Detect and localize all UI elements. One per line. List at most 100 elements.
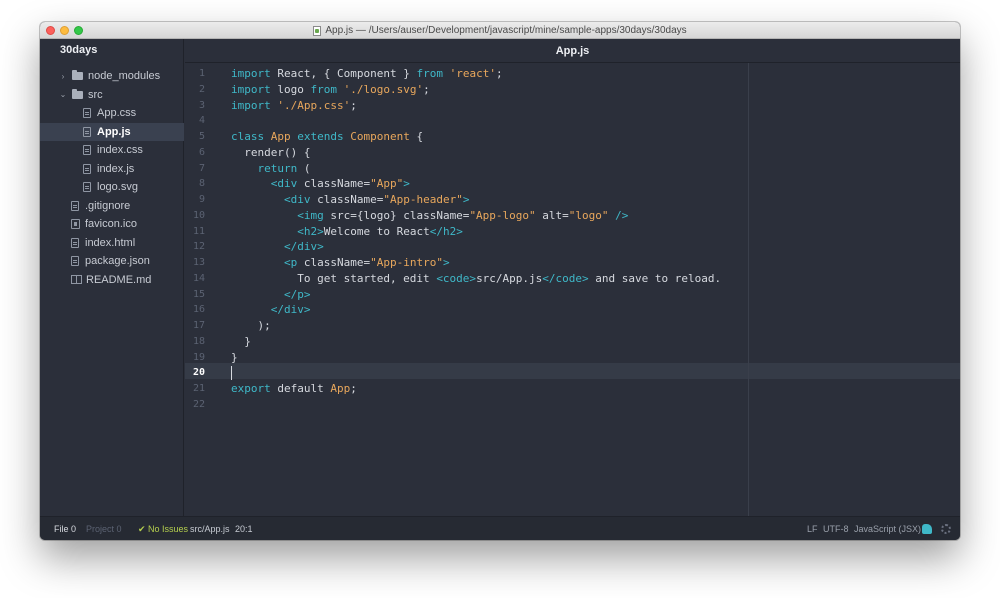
code-line[interactable]: 21 export default App; [185,381,960,397]
code-token: className= [310,193,384,206]
line-number: 10 [192,209,205,221]
code-token: export [231,382,271,395]
encoding-selector[interactable]: UTF-8 [823,517,849,540]
code-token: <div [270,177,298,191]
file-icon [83,108,91,118]
code-content: import logo from './logo.svg'; [231,82,430,98]
file-path[interactable]: src/App.js [190,517,230,540]
gear-icon[interactable] [941,524,951,534]
code-token: render() { [231,145,311,159]
tree-item[interactable]: App.css [40,104,184,122]
code-content: </div> [231,302,311,318]
tree-item[interactable]: README.md [40,271,184,289]
code-line[interactable]: 14 To get started, edit <code>src/App.js… [185,271,960,287]
tree-item-label: README.md [86,273,152,286]
code-line[interactable]: 20 [185,365,960,381]
code-content: import './App.css'; [231,98,357,114]
line-ending-selector[interactable]: LF [807,517,818,540]
project-issue-count[interactable]: Project 0 [86,517,122,540]
line-number: 2 [198,83,205,95]
code-token: src={logo} className= [323,208,470,222]
line-number: 6 [198,146,205,158]
code-line[interactable]: 15 </p> [185,287,960,303]
chevron-down-icon[interactable]: ⌄ [58,90,68,99]
code-content: <p className="App-intro"> [231,255,450,271]
code-line[interactable]: 11 <h2>Welcome to React</h2> [185,224,960,240]
tree-item-label: App.js [97,125,131,138]
code-line[interactable]: 17 ); [185,318,960,334]
file-issue-count[interactable]: File 0 [54,517,76,540]
title-bar[interactable]: App.js — /Users/auser/Development/javasc… [40,22,960,39]
tab-app-js[interactable]: App.js [556,45,590,57]
code-line[interactable]: 12 </div> [185,239,960,255]
code-token: 'react' [449,67,496,80]
linter-status[interactable]: ✔ No Issues [138,517,188,540]
code-token: Component [350,130,410,143]
code-content: export default App; [231,381,357,397]
code-token: default [270,382,331,395]
tree-item[interactable]: ⌄ src [40,86,184,104]
code-token: <div [283,193,311,206]
line-number: 11 [192,225,205,237]
code-token: </code> [542,271,589,285]
chevron-right-icon[interactable]: › [58,72,68,81]
tree-item[interactable]: favicon.ico [40,215,184,233]
tree-item[interactable]: index.css [40,141,184,159]
code-line[interactable]: 4 [185,113,960,129]
folder-icon [72,88,83,99]
tree-item[interactable]: index.js [40,160,184,178]
tree-item[interactable]: logo.svg [40,178,184,196]
code-line[interactable]: 22 [185,397,960,413]
line-number: 16 [192,304,205,316]
code-line[interactable]: 13 <p className="App-intro"> [185,255,960,271]
code-content: To get started, edit <code>src/App.js</c… [231,271,721,287]
code-line[interactable]: 19} [185,350,960,366]
tree-item[interactable]: › node_modules [40,67,184,85]
tree-view: 30days › node_modules ⌄ src App.css App.js ind… [40,39,184,516]
tree-item-label: index.js [97,162,135,175]
code-line[interactable]: 8 <div className="App"> [185,176,960,192]
code-line[interactable]: 2 import logo from './logo.svg'; [185,82,960,98]
code-token: <img [297,208,324,222]
code-line[interactable]: 16 </div> [185,302,960,318]
line-number: 14 [192,272,205,284]
code-token: from [310,82,338,96]
code-token: App [270,130,291,143]
code-line[interactable]: 3 import './App.css'; [185,98,960,114]
project-root-label[interactable]: 30days [60,44,97,56]
code-content: } [231,334,251,350]
folder-icon [72,70,83,80]
tree-item[interactable]: .gitignore [40,197,184,215]
squirrel-icon[interactable] [922,524,932,534]
cursor-position[interactable]: 20:1 [235,517,253,540]
code-editor[interactable]: 1 import React, { Component } from 'react… [185,63,960,516]
code-line[interactable]: 18 } [185,334,960,350]
tree-item[interactable]: package.json [40,252,184,270]
code-line[interactable]: 1 import React, { Component } from 'react… [185,66,960,82]
code-line[interactable]: 5 class App extends Component { [185,129,960,145]
window-title-group: App.js — /Users/auser/Development/javasc… [40,22,960,39]
code-token: ; [423,82,430,96]
code-line[interactable]: 9 <div className="App-header"> [185,192,960,208]
file-icon [83,126,91,137]
code-content: </div> [231,239,324,255]
tree-item[interactable]: App.js [40,122,184,141]
code-token: logo [270,82,311,96]
grammar-selector[interactable]: JavaScript (JSX) [854,517,921,540]
code-token: /> [615,208,629,222]
code-line[interactable]: 10 <img src={logo} className="App-logo" … [185,208,960,224]
line-number: 18 [192,335,205,347]
file-icon [83,163,91,174]
code-content: <h2>Welcome to React</h2> [231,224,463,240]
code-line[interactable]: 7 return ( [185,161,960,177]
media-file-icon [71,219,80,229]
tree-item[interactable]: index.html [40,234,184,252]
tree-item-label: node_modules [88,70,161,82]
code-line[interactable]: 6 render() { [185,145,960,161]
